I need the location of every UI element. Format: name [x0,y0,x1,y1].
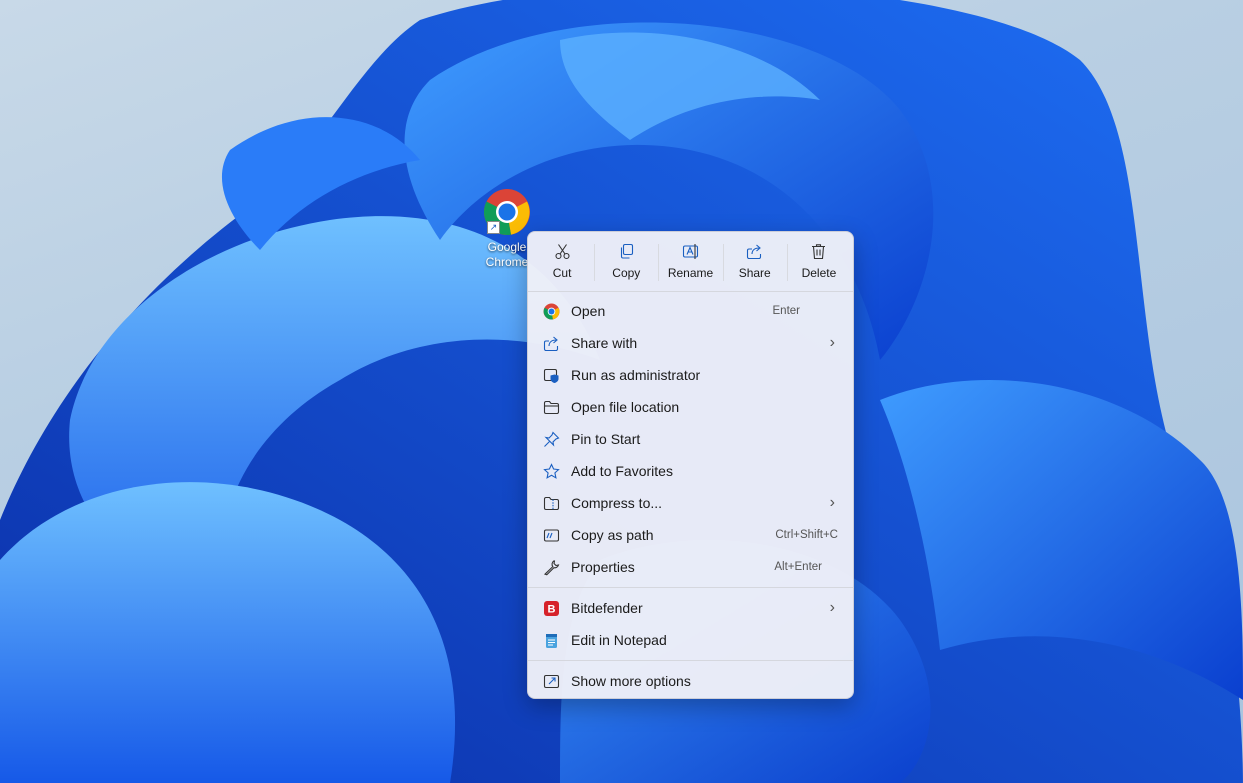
menu-item-shortcut: Alt+Enter [774,561,822,573]
menu-item-properties[interactable]: Properties Alt+Enter [528,551,853,583]
star-icon [542,462,560,480]
rename-button[interactable]: Rename [658,232,722,291]
svg-text:B: B [547,603,555,615]
shortcut-arrow-icon: ↗ [487,221,500,234]
chevron-right-icon: › [829,599,835,616]
quick-actions-bar: Cut Copy Rename Share Delete [528,232,853,292]
menu-item-edit-in-notepad[interactable]: Edit in Notepad [528,624,853,656]
path-icon [542,526,560,544]
delete-label: Delete [801,266,837,280]
menu-item-label: Properties [571,559,635,575]
menu-item-run-as-admin[interactable]: Run as administrator [528,359,853,391]
menu-item-copy-as-path[interactable]: Copy as path Ctrl+Shift+C [528,519,853,551]
pin-icon [542,430,560,448]
menu-item-compress-to[interactable]: Compress to... › [528,487,853,519]
share-button[interactable]: Share [722,232,787,291]
chrome-icon [542,302,560,320]
copy-label: Copy [612,266,641,280]
zip-icon [542,494,560,512]
menu-item-share-with[interactable]: Share with › [528,327,853,359]
notepad-icon [542,631,560,649]
share-label: Share [738,266,771,280]
menu-item-label: Show more options [571,673,691,689]
menu-item-label: Share with [571,335,638,351]
rename-icon [682,244,699,259]
cut-label: Cut [552,266,572,280]
copy-button[interactable]: Copy [594,232,658,291]
folder-icon [542,398,560,416]
delete-icon [812,244,826,260]
bitdefender-icon: B [542,599,560,617]
menu-item-pin-to-start[interactable]: Pin to Start [528,423,853,455]
menu-item-shortcut: Ctrl+Shift+C [775,529,838,541]
cut-icon [555,244,570,260]
menu-divider [528,660,853,661]
wrench-icon [542,558,560,576]
chevron-right-icon: › [829,334,835,351]
menu-item-label: Add to Favorites [571,463,673,479]
menu-item-label: Run as administrator [571,367,701,383]
menu-item-show-more-options[interactable]: Show more options [528,665,853,697]
chevron-right-icon: › [829,494,835,511]
menu-item-bitdefender[interactable]: B Bitdefender › [528,592,853,624]
share-with-icon [542,334,560,352]
menu-item-add-to-favorites[interactable]: Add to Favorites [528,455,853,487]
menu-item-open[interactable]: Open Enter [528,295,853,327]
context-menu: Cut Copy Rename Share Delete Open Enter … [527,231,854,699]
cut-button[interactable]: Cut [530,232,594,291]
share-icon [747,244,762,260]
delete-button[interactable]: Delete [786,232,851,291]
menu-item-label: Open [571,303,606,319]
menu-item-label: Compress to... [571,495,663,511]
menu-item-label: Edit in Notepad [571,632,667,648]
rename-label: Rename [667,266,714,280]
copy-icon [620,243,633,259]
shield-icon [542,366,560,384]
menu-item-label: Open file location [571,399,680,415]
menu-item-open-file-location[interactable]: Open file location [528,391,853,423]
menu-item-label: Bitdefender [571,600,643,616]
more-options-icon [542,672,560,690]
menu-item-shortcut: Enter [772,305,801,317]
chrome-icon: ↗ [483,188,531,236]
menu-item-label: Pin to Start [571,431,641,447]
menu-item-label: Copy as path [571,527,654,543]
menu-divider [528,587,853,588]
